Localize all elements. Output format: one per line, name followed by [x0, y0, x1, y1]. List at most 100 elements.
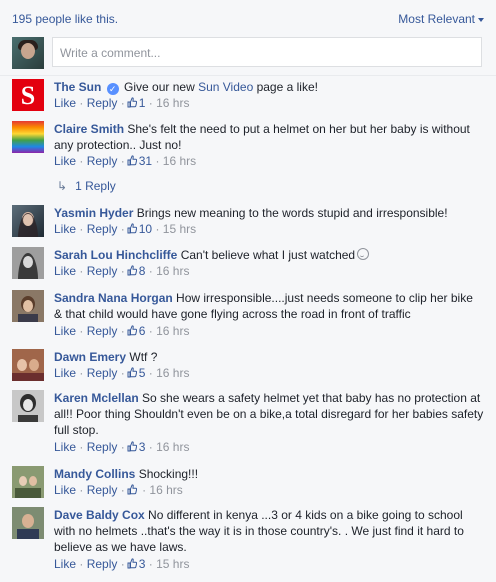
svg-text:S: S [21, 81, 35, 110]
reply-button[interactable]: Reply [87, 366, 118, 380]
comment-body: Sandra Nana Horgan How irresponsible....… [54, 290, 484, 322]
timestamp[interactable]: 16 hrs [156, 324, 189, 338]
like-count[interactable]: 5 [139, 366, 146, 380]
reply-button[interactable]: Reply [87, 483, 118, 497]
comment-body: Claire Smith She's felt the need to put … [54, 121, 484, 153]
comment-body: Mandy Collins Shocking!!! [54, 466, 484, 482]
sort-dropdown[interactable]: Most Relevant [398, 12, 484, 26]
comment-body: The Sun ✓ Give our new Sun Video page a … [54, 79, 484, 95]
like-count[interactable]: 1 [139, 96, 146, 110]
comment-body: Dawn Emery Wtf ? [54, 349, 484, 365]
divider [0, 75, 496, 76]
comment-item: Sandra Nana Horgan How irresponsible....… [12, 290, 484, 342]
like-count[interactable]: 3 [139, 440, 146, 454]
timestamp[interactable]: 16 hrs [149, 483, 182, 497]
comments-header: 195 people like this. Most Relevant [0, 0, 496, 34]
reply-button[interactable]: Reply [87, 264, 118, 278]
like-count[interactable]: 6 [139, 324, 146, 338]
thumbs-up-icon [127, 558, 137, 569]
comment-text: Shocking!!! [138, 467, 199, 481]
comment-item: Sarah Lou Hinchcliffe Can't believe what… [12, 247, 484, 281]
comment-item: Mandy Collins Shocking!!! Like · Reply ·… [12, 466, 484, 500]
timestamp[interactable]: 15 hrs [156, 557, 189, 571]
avatar[interactable] [12, 247, 44, 279]
comment-actions: Like · Reply · 10 · 15 hrs [54, 222, 197, 236]
comment-body: Karen Mclellan So she wears a safety hel… [54, 390, 484, 438]
timestamp[interactable]: 16 hrs [156, 264, 189, 278]
reply-arrow-icon: ↳ [57, 179, 68, 193]
comment-item: S The Sun ✓ Give our new Sun Video page … [12, 79, 484, 113]
thumbs-up-icon [127, 265, 137, 276]
avatar[interactable] [12, 121, 44, 153]
comment-composer: Write a comment... [12, 37, 484, 71]
comment-actions: Like · Reply · 5 · 16 hrs [54, 366, 190, 380]
comment-item: Dave Baldy Cox No different in kenya ...… [12, 507, 484, 575]
comment-text: Can't believe what I just watched [180, 248, 356, 262]
comment-item: Karen Mclellan So she wears a safety hel… [12, 390, 484, 458]
sort-label: Most Relevant [398, 12, 475, 26]
reply-button[interactable]: Reply [87, 324, 118, 338]
reply-button[interactable]: Reply [87, 154, 118, 168]
like-count[interactable]: 10 [139, 222, 152, 236]
like-button[interactable]: Like [54, 557, 76, 571]
avatar[interactable] [12, 390, 44, 422]
like-button[interactable]: Like [54, 154, 76, 168]
timestamp[interactable]: 16 hrs [156, 96, 189, 110]
comment-actions: Like · Reply · 8 · 16 hrs [54, 264, 190, 278]
comment-author[interactable]: Sarah Lou Hinchcliffe [54, 248, 177, 262]
reply-button[interactable]: Reply [87, 557, 118, 571]
comment-author[interactable]: Dawn Emery [54, 350, 126, 364]
comment-text: page a like! [253, 80, 318, 94]
like-button[interactable]: Like [54, 324, 76, 338]
reply-button[interactable]: Reply [87, 222, 118, 236]
avatar[interactable] [12, 205, 44, 237]
comment-input[interactable]: Write a comment... [52, 37, 482, 67]
caret-down-icon [478, 17, 484, 22]
comment-author[interactable]: Yasmin Hyder [54, 206, 133, 220]
comment-actions: Like · Reply · 3 · 16 hrs [54, 440, 190, 454]
like-button[interactable]: Like [54, 96, 76, 110]
like-count[interactable]: 3 [139, 557, 146, 571]
avatar[interactable] [12, 466, 44, 498]
comment-item: Dawn Emery Wtf ? Like · Reply · 5 · 16 hr… [12, 349, 484, 383]
like-button[interactable]: Like [54, 264, 76, 278]
comment-body: Yasmin Hyder Brings new meaning to the w… [54, 205, 484, 221]
timestamp[interactable]: 16 hrs [156, 440, 189, 454]
like-button[interactable]: Like [54, 366, 76, 380]
like-count[interactable]: 31 [139, 154, 152, 168]
comment-author[interactable]: Sandra Nana Horgan [54, 291, 173, 305]
like-button[interactable]: Like [54, 440, 76, 454]
avatar[interactable] [12, 290, 44, 322]
like-button[interactable]: Like [54, 483, 76, 497]
comment-author[interactable]: The Sun [54, 80, 101, 94]
avatar[interactable] [12, 507, 44, 539]
comment-text: Brings new meaning to the words stupid a… [136, 206, 448, 220]
comment-author[interactable]: Claire Smith [54, 122, 124, 136]
comment-item: Claire Smith She's felt the need to put … [12, 121, 484, 193]
comment-author[interactable]: Karen Mclellan [54, 391, 139, 405]
comment-author[interactable]: Dave Baldy Cox [54, 508, 145, 522]
avatar[interactable]: S [12, 79, 44, 111]
comment-item: Yasmin Hyder Brings new meaning to the w… [12, 205, 484, 239]
avatar[interactable] [12, 349, 44, 381]
view-replies-link[interactable]: ↳ 1 Reply [57, 179, 116, 193]
timestamp[interactable]: 16 hrs [163, 154, 196, 168]
thumbs-up-icon [127, 441, 137, 452]
thumbs-up-icon [127, 223, 137, 234]
reply-button[interactable]: Reply [87, 440, 118, 454]
like-button[interactable]: Like [54, 222, 76, 236]
verified-badge-icon: ✓ [106, 83, 119, 95]
comment-actions: Like · Reply · 3 · 15 hrs [54, 557, 190, 571]
comment-author[interactable]: Mandy Collins [54, 467, 135, 481]
comment-actions: Like · Reply · 1 · 16 hrs [54, 96, 190, 110]
timestamp[interactable]: 15 hrs [163, 222, 196, 236]
comment-actions: Like · Reply · 31 · 16 hrs [54, 154, 197, 168]
like-count[interactable]: 8 [139, 264, 146, 278]
page-link[interactable]: Sun Video [198, 80, 253, 94]
timestamp[interactable]: 16 hrs [156, 366, 189, 380]
comment-text: Wtf ? [129, 350, 158, 364]
replies-count: 1 Reply [75, 179, 116, 193]
comment-actions: Like · Reply · 6 · 16 hrs [54, 324, 190, 338]
reply-button[interactable]: Reply [87, 96, 118, 110]
likes-count-link[interactable]: 195 people like this. [12, 12, 118, 26]
